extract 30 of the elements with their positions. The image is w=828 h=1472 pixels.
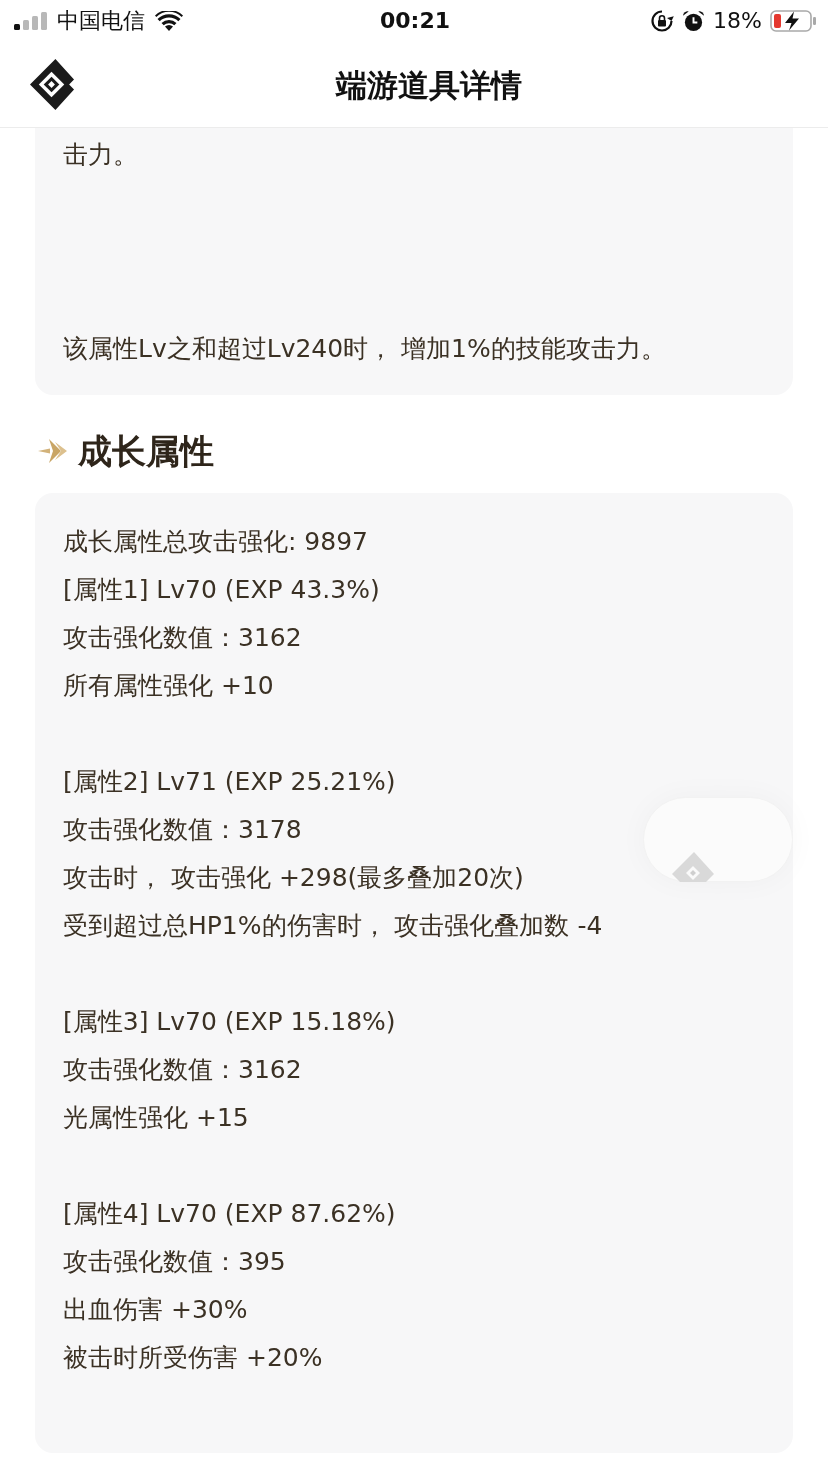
battery-percent: 18% xyxy=(713,8,762,34)
signal-icon xyxy=(14,12,47,30)
arrow-icon xyxy=(38,438,68,464)
attribute-text: 出血伤害 +30% xyxy=(63,1294,248,1326)
diamond-logo-icon xyxy=(672,852,714,882)
section-title: 成长属性 xyxy=(78,430,214,473)
attribute-text: 攻击强化数值：3162 xyxy=(63,1054,302,1086)
page-title: 端游道具详情 xyxy=(336,65,522,105)
diamond-logo-icon[interactable] xyxy=(30,59,75,110)
attribute-text: [属性1] Lv70 (EXP 43.3%) xyxy=(63,574,380,606)
carrier-name: 中国电信 xyxy=(57,8,145,34)
attribute-text: 光属性强化 +15 xyxy=(63,1102,249,1134)
attribute-text: 成长属性总攻击强化: 9897 xyxy=(63,526,368,558)
alarm-clock-icon xyxy=(682,9,706,33)
attribute-text: 受到超过总HP1%的伤害时， 攻击强化叠加数 -4 xyxy=(63,910,603,942)
attribute-text: 攻击强化数值：395 xyxy=(63,1246,286,1278)
attribute-text: 被击时所受伤害 +20% xyxy=(63,1342,323,1374)
clock-time: 00:21 xyxy=(380,8,450,34)
description-text: 击力。 xyxy=(63,139,138,171)
description-text: 该属性Lv之和超过Lv240时， 增加1%的技能攻击力。 xyxy=(63,333,666,365)
attribute-text: [属性4] Lv70 (EXP 87.62%) xyxy=(63,1198,396,1230)
rotation-lock-icon xyxy=(650,9,675,33)
attribute-text: 攻击时， 攻击强化 +298(最多叠加20次) xyxy=(63,862,524,894)
battery-charging-icon xyxy=(770,10,816,32)
attribute-text: 所有属性强化 +10 xyxy=(63,670,274,702)
wifi-icon xyxy=(155,11,183,31)
attribute-text: 攻击强化数值：3162 xyxy=(63,622,302,654)
attribute-text: [属性3] Lv70 (EXP 15.18%) xyxy=(63,1006,396,1038)
attribute-text: [属性2] Lv71 (EXP 25.21%) xyxy=(63,766,396,798)
attribute-text: 攻击强化数值：3178 xyxy=(63,814,302,846)
